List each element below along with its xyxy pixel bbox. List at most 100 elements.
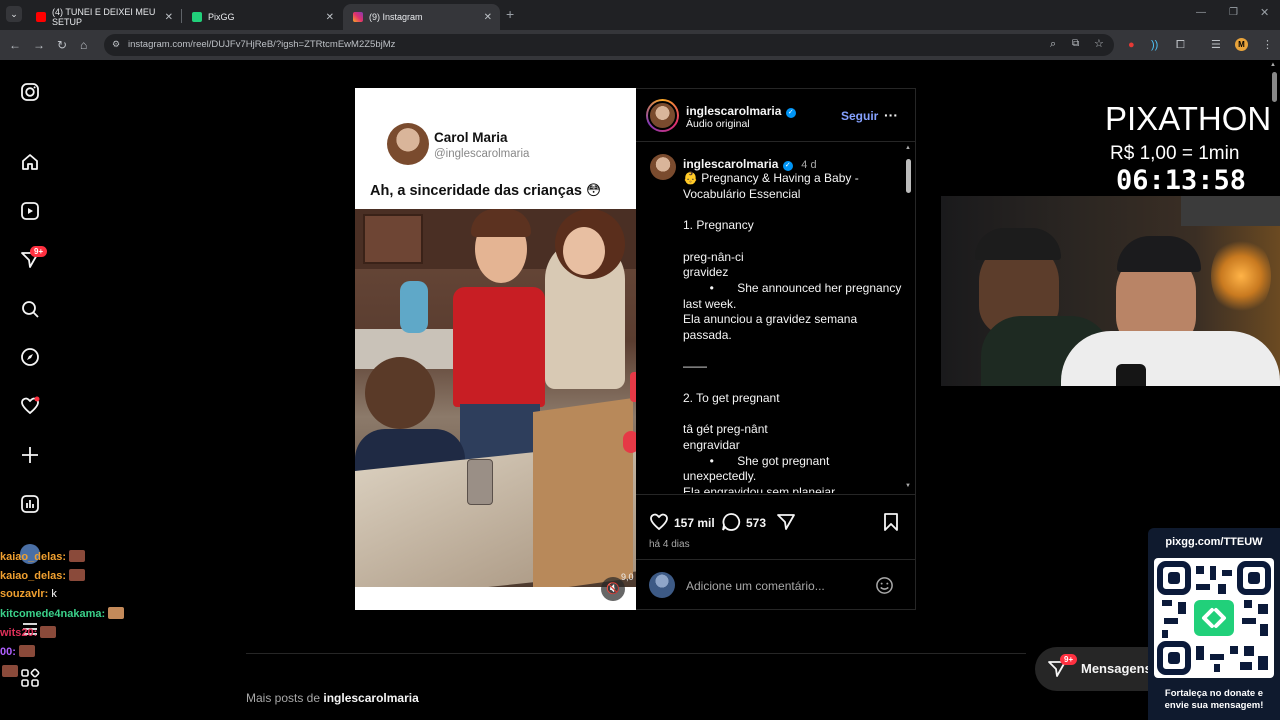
bookmark-star-icon[interactable]: ☆ bbox=[1094, 37, 1104, 50]
caption-line: 👶 Pregnancy & Having a Baby - bbox=[683, 171, 859, 185]
chat-username: kitcomede4nakama: bbox=[0, 608, 106, 620]
install-app-icon[interactable]: ⧉ bbox=[1072, 38, 1079, 49]
caption-line: —— bbox=[683, 359, 707, 374]
url-text[interactable]: instagram.com/reel/DUJFv7HjReB/?igsh=ZTR… bbox=[128, 39, 395, 50]
webcam-feed bbox=[941, 196, 1280, 386]
home-icon[interactable]: ⌂ bbox=[80, 38, 87, 52]
likes-count[interactable]: 157 mil bbox=[674, 516, 715, 530]
video-frame bbox=[355, 209, 636, 587]
close-window-button[interactable]: ✕ bbox=[1260, 6, 1269, 19]
chat-text: k bbox=[51, 588, 57, 600]
chat-message: kitcomede4nakama: bbox=[0, 607, 125, 620]
dashboard-icon[interactable] bbox=[20, 494, 40, 514]
reels-icon[interactable] bbox=[20, 201, 40, 221]
reload-icon[interactable]: ↻ bbox=[57, 38, 67, 52]
audio-link[interactable]: Áudio original bbox=[686, 118, 750, 130]
chat-emote bbox=[108, 607, 125, 619]
search-icon[interactable] bbox=[20, 299, 40, 319]
caption-username[interactable]: inglescarolmaria bbox=[683, 157, 778, 171]
caption-line: • She announced her pregnancy bbox=[683, 280, 902, 295]
chat-username: kaiao_delas: bbox=[0, 570, 67, 582]
profile-avatar[interactable]: M bbox=[1235, 38, 1248, 51]
save-bookmark-icon[interactable] bbox=[882, 512, 900, 532]
post-header: inglescarolmaria ✓ Áudio original Seguir… bbox=[636, 89, 915, 142]
chat-emote bbox=[69, 569, 86, 581]
extensions-icon[interactable]: ⧠ bbox=[1176, 38, 1185, 52]
chat-username: wits20: bbox=[0, 627, 38, 639]
caption-line: passada. bbox=[683, 328, 732, 343]
zoom-icon[interactable]: ⌕ bbox=[1050, 38, 1056, 51]
like-heart-icon[interactable] bbox=[649, 512, 669, 532]
caption-scrollbar[interactable]: ▲ ▼ bbox=[904, 145, 913, 493]
more-posts-heading: Mais posts de inglescarolmaria bbox=[246, 691, 419, 705]
create-icon[interactable] bbox=[20, 445, 40, 465]
messages-pill-badge: 9+ bbox=[1060, 654, 1078, 665]
reading-list-icon[interactable]: ☰ bbox=[1211, 38, 1221, 52]
post-date: há 4 dias bbox=[649, 539, 690, 550]
share-icon[interactable] bbox=[776, 512, 796, 532]
caption-line: engravidar bbox=[683, 437, 740, 452]
comment-icon[interactable] bbox=[721, 512, 741, 532]
close-tab-icon[interactable]: ✕ bbox=[165, 12, 173, 23]
instagram-logo-icon[interactable] bbox=[20, 82, 40, 102]
back-icon[interactable]: ← bbox=[9, 38, 21, 52]
emoji-icon[interactable] bbox=[875, 576, 894, 595]
caption-line bbox=[683, 344, 903, 360]
caption-line: Ela anunciou a gravidez semana bbox=[683, 312, 858, 327]
notifications-heart-icon[interactable] bbox=[20, 396, 40, 416]
reel-video[interactable]: Carol Maria @inglescarolmaria Ah, a sinc… bbox=[355, 88, 636, 610]
explore-icon[interactable] bbox=[20, 347, 40, 367]
tab-bar: ⌄ (4) TUNEI E DEIXEI MEU SETUP ✕ PixGG ✕… bbox=[0, 0, 1280, 30]
forward-icon[interactable]: → bbox=[33, 38, 45, 52]
home-icon[interactable] bbox=[20, 152, 40, 172]
tab-instagram[interactable]: (9) Instagram ✕ bbox=[343, 4, 500, 30]
tab-title: (9) Instagram bbox=[369, 12, 423, 22]
pixgg-donation-panel: pixgg.com/TTEUW Fortaleça no donate e en… bbox=[1148, 528, 1280, 720]
author-username[interactable]: inglescarolmaria bbox=[686, 104, 781, 118]
pixgg-url: pixgg.com/TTEUW bbox=[1165, 536, 1263, 548]
tab-pixgg[interactable]: PixGG ✕ bbox=[182, 4, 342, 30]
more-posts-prefix: Mais posts de bbox=[246, 691, 324, 705]
chat-emote bbox=[40, 626, 57, 638]
reel-author-handle: @inglescarolmaria bbox=[434, 148, 530, 160]
address-bar[interactable]: ⚙ instagram.com/reel/DUJFv7HjReB/?igsh=Z… bbox=[104, 34, 1114, 56]
minimize-button[interactable]: — bbox=[1196, 7, 1206, 18]
chat-username: souzavlr: bbox=[0, 588, 49, 600]
tab-title: (4) TUNEI E DEIXEI MEU SETUP bbox=[52, 7, 156, 27]
reel-author-name: Carol Maria bbox=[434, 130, 508, 145]
extension-red-icon[interactable]: ● bbox=[1128, 38, 1135, 52]
close-tab-icon[interactable]: ✕ bbox=[484, 12, 492, 23]
comment-input[interactable]: Adicione um comentário... bbox=[686, 579, 866, 593]
page-scrollbar[interactable]: ▲ bbox=[1270, 62, 1280, 102]
caption-avatar[interactable] bbox=[650, 154, 676, 180]
comments-count[interactable]: 573 bbox=[746, 516, 766, 530]
author-avatar[interactable] bbox=[646, 99, 679, 132]
pixathon-title: PIXATHON bbox=[1105, 100, 1272, 137]
menu-icon[interactable]: ⋮ bbox=[1262, 38, 1273, 52]
more-options-button[interactable]: ··· bbox=[884, 107, 898, 123]
maximize-button[interactable]: ❐ bbox=[1229, 7, 1238, 18]
follow-button[interactable]: Seguir bbox=[841, 109, 878, 123]
chat-message: 00: bbox=[0, 645, 35, 658]
chat-username: kaiao_delas: bbox=[0, 551, 67, 563]
instagram-icon bbox=[353, 12, 363, 22]
extension-wave-icon[interactable]: )) bbox=[1151, 38, 1158, 52]
site-info-icon[interactable]: ⚙ bbox=[112, 39, 120, 50]
tab-search-button[interactable]: ⌄ bbox=[6, 6, 22, 22]
caption-line: unexpectedly. bbox=[683, 469, 757, 484]
caption-line bbox=[683, 234, 903, 250]
messages-badge: 9+ bbox=[30, 246, 48, 257]
caption-line bbox=[683, 375, 903, 391]
post-panel: inglescarolmaria ✓ Áudio original Seguir… bbox=[636, 88, 916, 610]
chat-emote bbox=[18, 645, 35, 657]
tab-youtube[interactable]: (4) TUNEI E DEIXEI MEU SETUP ✕ bbox=[26, 4, 181, 30]
caption-line: last week. bbox=[683, 296, 737, 311]
close-tab-icon[interactable]: ✕ bbox=[326, 12, 334, 23]
section-divider bbox=[246, 653, 1026, 654]
more-posts-username[interactable]: inglescarolmaria bbox=[323, 691, 418, 705]
chat-message: kaiao_delas: bbox=[0, 550, 86, 563]
caption-line bbox=[683, 407, 903, 423]
new-tab-button[interactable]: + bbox=[506, 6, 514, 22]
youtube-icon bbox=[36, 12, 46, 22]
video-duration: 9,0 bbox=[621, 572, 634, 582]
